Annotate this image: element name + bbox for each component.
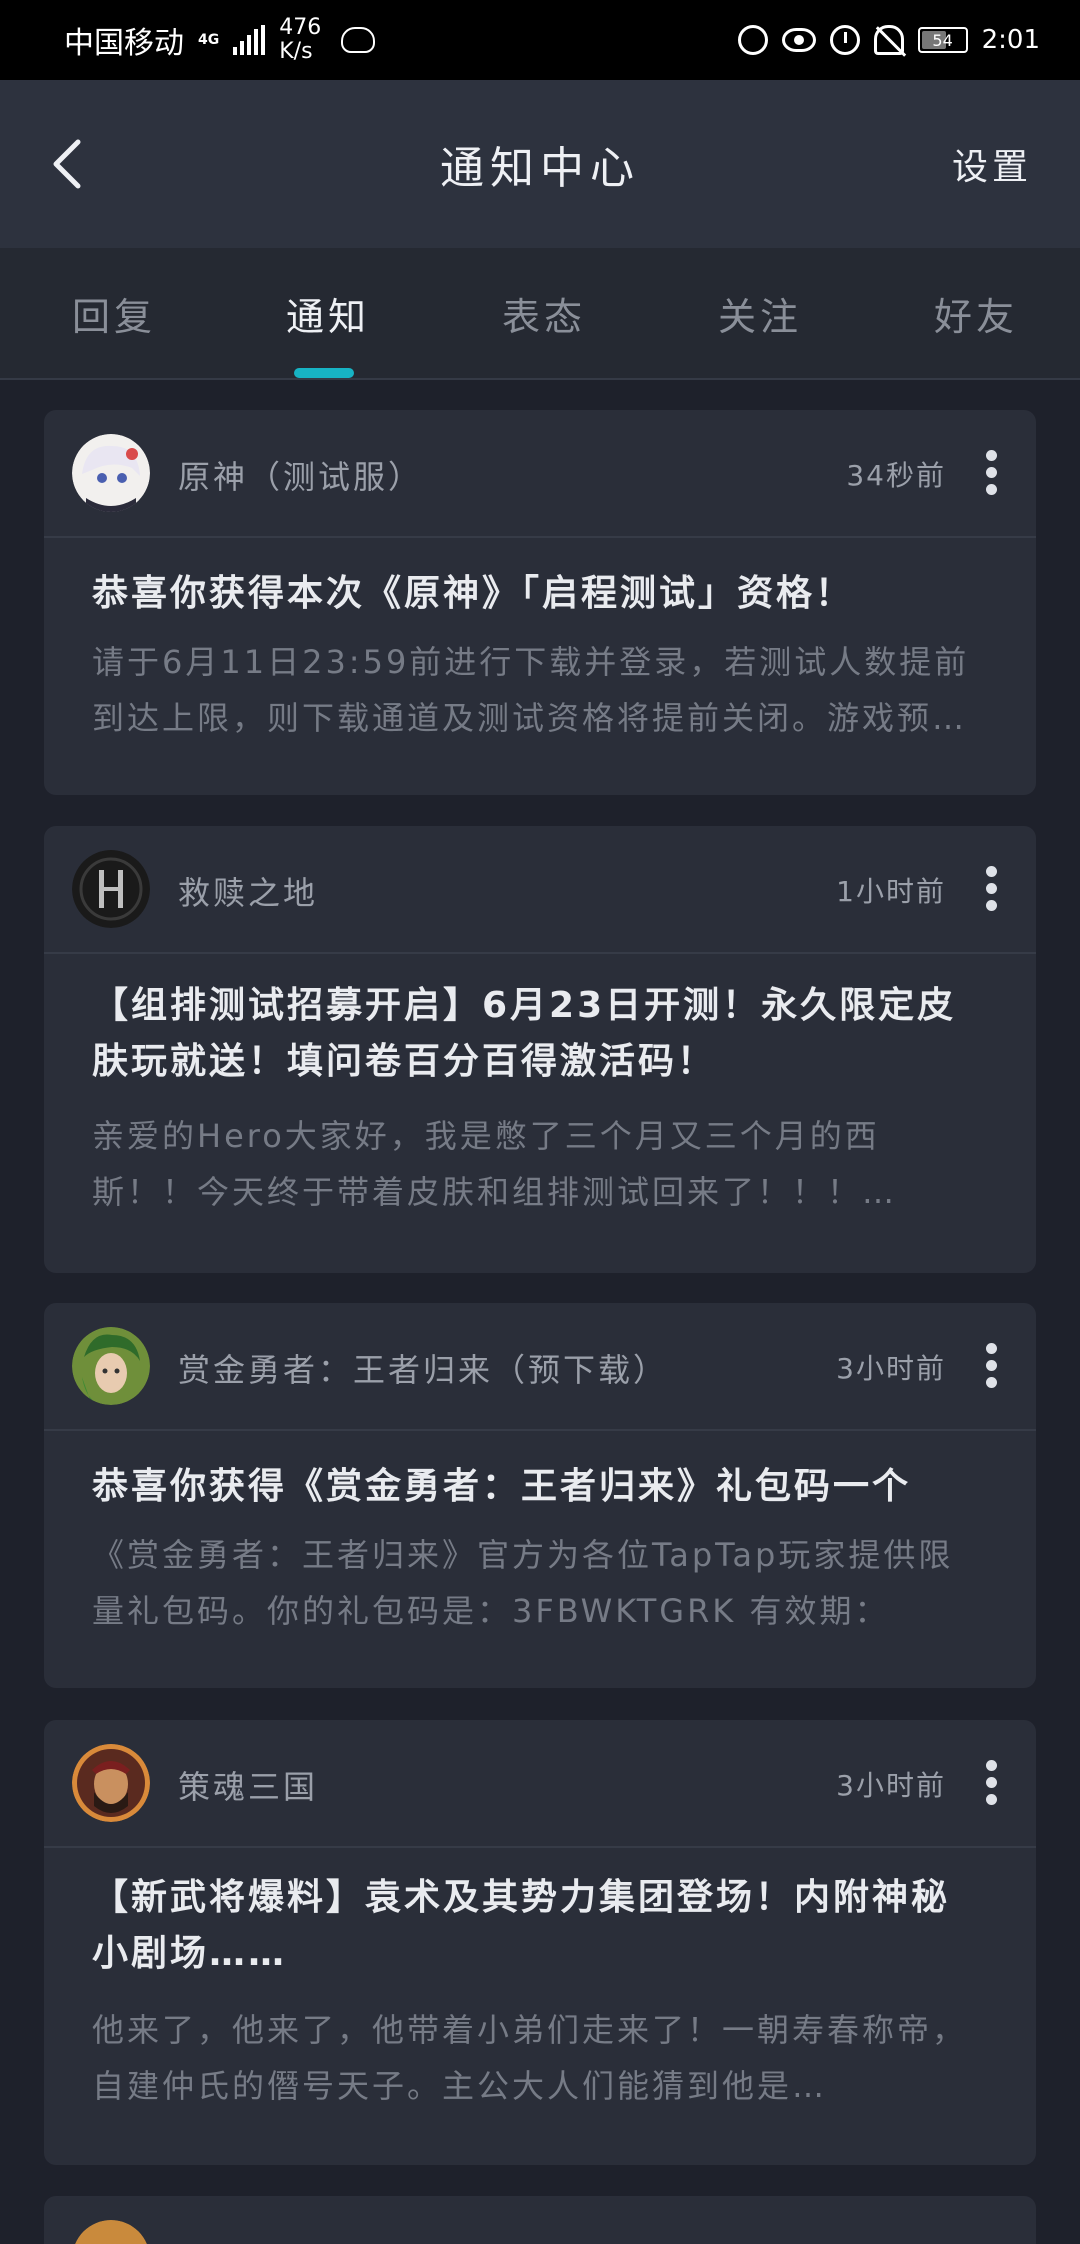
notification-source: 策魂三国 <box>178 1768 319 1806</box>
more-options-icon[interactable] <box>986 1343 998 1388</box>
more-options-icon[interactable] <box>986 866 998 911</box>
notification-card[interactable]: 赏金勇者：王者归来（预下载） 3小时前 恭喜你获得《赏金勇者：王者归来》礼包码一… <box>44 1303 1036 1688</box>
network-type: 4G <box>198 32 220 48</box>
status-bar: 中国移动 4G 476 K/s 54 2:01 <box>0 0 1080 80</box>
notification-card[interactable]: 策魂三国 3小时前 【新武将爆料】袁术及其势力集团登场！内附神秘小剧场…… 他来… <box>44 1720 1036 2165</box>
avatar <box>72 1327 150 1405</box>
notification-title: 恭喜你获得《赏金勇者：王者归来》礼包码一个 <box>92 1466 912 1507</box>
notification-title: 恭喜你获得本次《原神》「启程测试」资格！ <box>92 573 855 614</box>
tab-notifications[interactable]: 通知 <box>286 286 370 341</box>
back-arrow-icon[interactable] <box>48 138 88 190</box>
notification-card[interactable]: 救赎之地 1小时前 【组排测试招募开启】6月23日开测！永久限定皮肤玩就送！填问… <box>44 826 1036 1273</box>
notification-title: 【新武将爆料】袁术及其势力集团登场！内附神秘小剧场…… <box>92 1877 951 1974</box>
notification-body: 亲爱的Hero大家好，我是憋了三个月又三个月的西斯！！今天终于带着皮肤和组排测试… <box>92 1117 898 1211</box>
avatar <box>72 434 150 512</box>
clock: 2:01 <box>981 25 1040 55</box>
notification-card[interactable] <box>44 2196 1036 2244</box>
avatar <box>75 2220 147 2244</box>
notification-title: 【组排测试招募开启】6月23日开测！永久限定皮肤玩就送！填问卷百分百得激活码！ <box>92 985 957 1082</box>
eye-comfort-icon <box>781 28 816 52</box>
notification-body: 请于6月11日23:59前进行下载并登录，若测试人数提前到达上限，则下载通道及测… <box>92 643 970 737</box>
notification-body: 《赏金勇者：王者归来》官方为各位TapTap玩家提供限量礼包码。你的礼包码是：3… <box>92 1536 954 1630</box>
more-options-icon[interactable] <box>986 450 998 495</box>
avatar <box>72 850 150 928</box>
battery-level: 54 <box>932 30 953 50</box>
notification-time: 34秒前 <box>846 459 946 492</box>
settings-button[interactable]: 设置 <box>952 138 1032 190</box>
notification-card[interactable]: 原神（测试服） 34秒前 恭喜你获得本次《原神》「启程测试」资格！ 请于6月11… <box>44 410 1036 795</box>
notification-time: 3小时前 <box>836 1769 946 1802</box>
notification-time: 3小时前 <box>836 1352 946 1385</box>
notification-source: 救赎之地 <box>178 874 319 912</box>
page-title: 通知中心 <box>440 143 640 194</box>
tab-follows[interactable]: 关注 <box>718 286 802 341</box>
alarm-icon <box>829 25 860 55</box>
tab-reactions[interactable]: 表态 <box>502 286 586 341</box>
app-header: 通知中心 设置 <box>0 80 1080 248</box>
notification-time: 1小时前 <box>836 875 946 908</box>
notification-source: 赏金勇者：王者归来（预下载） <box>178 1351 669 1389</box>
more-options-icon[interactable] <box>986 1760 998 1805</box>
network-speed-unit: K/s <box>279 39 313 64</box>
tab-friends[interactable]: 好友 <box>934 286 1018 341</box>
signal-icon <box>233 25 266 55</box>
tab-replies[interactable]: 回复 <box>72 286 156 341</box>
notification-body: 他来了，他来了，他带着小弟们走来了！一朝寿春称帝，自建仲氏的僭号天子。主公大人们… <box>92 2011 968 2105</box>
tab-bar: 回复 通知 表态 关注 好友 <box>0 248 1080 380</box>
avatar <box>72 1744 150 1822</box>
carrier-name: 中国移动 <box>64 26 184 61</box>
network-speed-value: 476 <box>279 15 322 40</box>
battery-icon: 54 <box>917 27 968 53</box>
nfc-icon <box>737 25 768 55</box>
bell-off-icon <box>873 25 904 55</box>
cloud-rain-icon <box>341 27 376 53</box>
network-speed: 476 K/s <box>279 16 321 64</box>
active-tab-indicator <box>294 368 354 378</box>
notification-source: 原神（测试服） <box>178 458 424 496</box>
